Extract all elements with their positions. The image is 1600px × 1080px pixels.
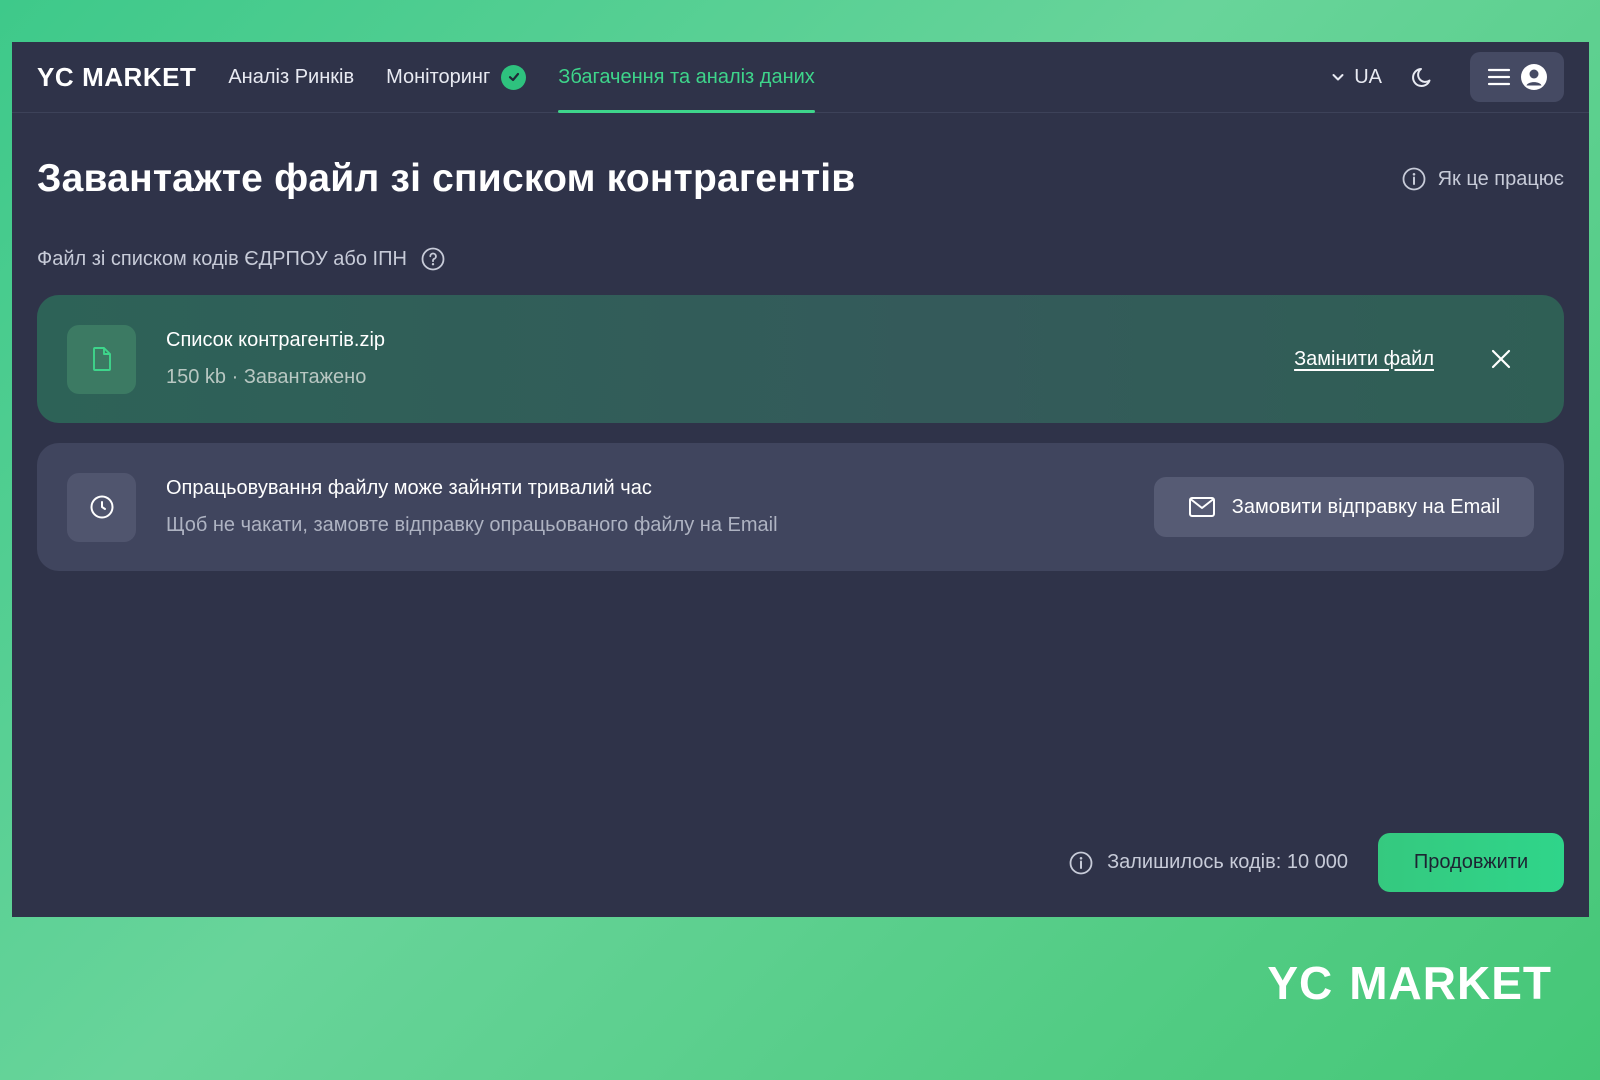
continue-button[interactable]: Продовжити (1378, 833, 1564, 892)
processing-title: Опрацьовування файлу може зайняти тривал… (166, 477, 652, 499)
file-name: Список контрагентів.zip (166, 329, 386, 351)
how-it-works-label: Як це працює (1437, 167, 1564, 190)
chevron-down-icon (1332, 74, 1344, 81)
order-email-button[interactable]: Замовити відправку на Email (1154, 477, 1534, 537)
brand-watermark: YC MARKET (1267, 956, 1552, 1010)
user-avatar-icon (1521, 64, 1547, 90)
processing-info-text: Опрацьовування файлу може зайняти тривал… (166, 477, 778, 537)
document-icon (67, 324, 136, 394)
mail-icon (1188, 497, 1215, 517)
file-meta: 150 kb · Завантажено (166, 366, 367, 388)
language-label: UA (1354, 65, 1382, 88)
watermark-market: MARKET (1349, 957, 1552, 1009)
top-navbar: YC MARKET Аналіз Ринків Моніторинг Збага… (12, 42, 1589, 113)
codes-remaining: Залишилось кодів: 10 000 (1069, 851, 1348, 875)
file-field-label: Файл зі списком кодів ЄДРПОУ або ІПН (37, 247, 1564, 271)
language-selector[interactable]: UA (1330, 66, 1382, 89)
clock-icon (67, 472, 136, 542)
nav-link-monitoring[interactable]: Моніторинг (386, 42, 527, 112)
nav-link-market-analysis[interactable]: Аналіз Ринків (228, 42, 354, 112)
page-title: Завантажте файл зі списком контрагентів (37, 157, 856, 200)
processing-info-card: Опрацьовування файлу може зайняти тривал… (37, 443, 1564, 571)
file-actions: Замінити файл (1294, 348, 1534, 371)
uploaded-file-card: Список контрагентів.zip 150 kb · Заванта… (37, 295, 1564, 423)
check-icon (501, 64, 527, 90)
app-window: YC MARKET Аналіз Ринків Моніторинг Збага… (12, 42, 1589, 917)
question-icon[interactable] (421, 247, 445, 271)
file-info: Список контрагентів.zip 150 kb · Заванта… (166, 329, 385, 389)
codes-remaining-text: Залишилось кодів: 10 000 (1107, 851, 1348, 873)
watermark-yc: YC (1267, 957, 1334, 1009)
main-content: Завантажте файл зі списком контрагентів … (12, 113, 1589, 917)
nav-link-label: Аналіз Ринків (228, 65, 355, 88)
nav-link-enrichment[interactable]: Збагачення та аналіз даних (558, 42, 815, 113)
title-row: Завантажте файл зі списком контрагентів … (37, 113, 1564, 201)
logo-market: MARKET (82, 61, 197, 92)
moon-icon[interactable] (1410, 64, 1436, 90)
nav-link-label: Моніторинг (386, 65, 491, 88)
processing-subtitle: Щоб не чакати, замовте відправку опрацьо… (166, 514, 778, 536)
info-icon (1402, 167, 1425, 191)
close-icon[interactable] (1490, 348, 1512, 370)
nav-right: UA (1330, 52, 1564, 102)
how-it-works-link[interactable]: Як це працює (1402, 167, 1564, 191)
bottom-bar: Залишилось кодів: 10 000 Продовжити (1069, 833, 1564, 892)
hamburger-icon (1487, 68, 1511, 86)
order-email-label: Замовити відправку на Email (1231, 495, 1501, 518)
nav-links: Аналіз Ринків Моніторинг Збагачення та а… (228, 42, 846, 113)
replace-file-link[interactable]: Замінити файл (1294, 348, 1434, 371)
file-field-label-text: Файл зі списком кодів ЄДРПОУ або ІПН (37, 247, 407, 270)
logo[interactable]: YC MARKET (37, 62, 196, 93)
logo-yc: YC (37, 61, 75, 92)
nav-link-label: Збагачення та аналіз даних (558, 65, 815, 88)
info-icon (1069, 851, 1093, 874)
user-menu-button[interactable] (1470, 52, 1564, 102)
